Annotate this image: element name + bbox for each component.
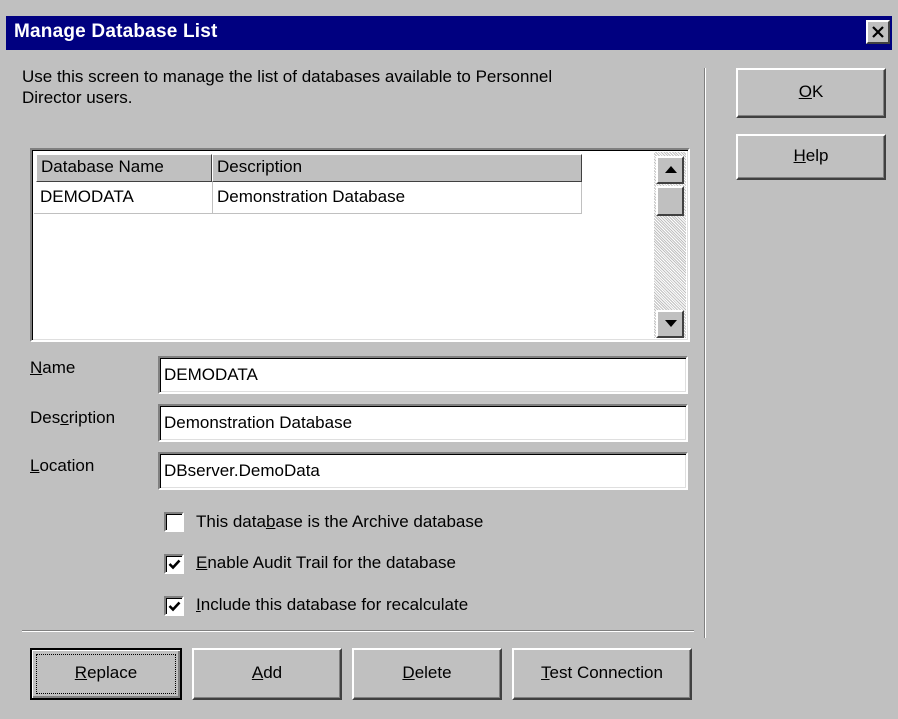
- archive-database-checkbox[interactable]: [164, 512, 184, 532]
- column-header-description[interactable]: Description: [212, 154, 582, 182]
- close-icon: [872, 26, 884, 38]
- delete-button[interactable]: Delete: [352, 648, 502, 700]
- audit-trail-checkbox[interactable]: [164, 554, 184, 574]
- list-scrollbar[interactable]: [654, 152, 686, 338]
- title-bar: Manage Database List: [6, 16, 892, 50]
- location-field[interactable]: DBserver.DemoData: [158, 452, 688, 490]
- description-field[interactable]: Demonstration Database: [158, 404, 688, 442]
- scroll-thumb[interactable]: [656, 186, 684, 216]
- recalculate-label[interactable]: Include this database for recalculate: [196, 595, 468, 615]
- row-description: Demonstration Database: [217, 187, 406, 206]
- close-button[interactable]: [866, 20, 890, 44]
- audit-trail-label[interactable]: Enable Audit Trail for the database: [196, 553, 456, 573]
- name-field[interactable]: DEMODATA: [158, 356, 688, 394]
- help-button[interactable]: Help: [736, 134, 886, 180]
- arrow-up-icon: [665, 166, 677, 173]
- description-label: Description: [30, 408, 116, 427]
- scroll-down-button[interactable]: [656, 310, 684, 338]
- intro-text: Use this screen to manage the list of da…: [22, 67, 553, 107]
- archive-database-label[interactable]: This database is the Archive database: [196, 512, 483, 532]
- checkmark-icon: [168, 559, 181, 570]
- row-database-name: DEMODATA: [40, 187, 134, 206]
- recalculate-checkbox[interactable]: [164, 596, 184, 616]
- arrow-down-icon: [665, 320, 677, 327]
- replace-button[interactable]: Replace: [30, 648, 182, 700]
- column-header-database-name[interactable]: Database Name: [36, 154, 212, 182]
- manage-database-list-dialog: Manage Database List Use this screen to …: [0, 0, 898, 719]
- database-list[interactable]: Database Name Description DEMODATA Demon…: [30, 148, 690, 342]
- ok-button[interactable]: OK: [736, 68, 886, 118]
- scroll-up-button[interactable]: [656, 156, 684, 184]
- test-connection-button[interactable]: Test Connection: [512, 648, 692, 700]
- window-title: Manage Database List: [14, 21, 218, 42]
- add-button[interactable]: Add: [192, 648, 342, 700]
- checkmark-icon: [168, 601, 181, 612]
- location-label: Location: [30, 456, 95, 475]
- name-label: Name: [30, 358, 76, 377]
